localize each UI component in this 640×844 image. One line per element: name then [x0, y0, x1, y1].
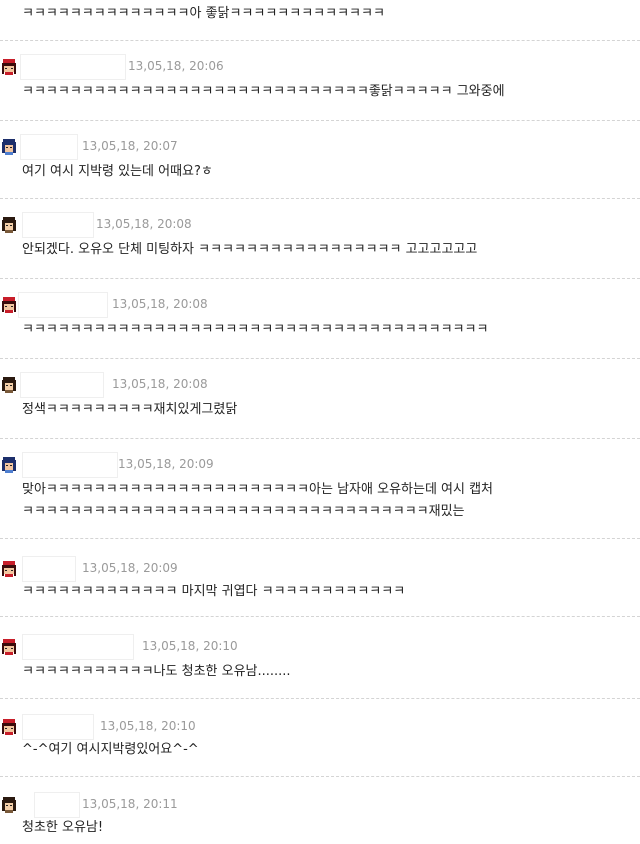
- girl-blue-icon[interactable]: [0, 456, 18, 474]
- username-redacted[interactable]: [22, 714, 94, 740]
- comment-text: ㅋㅋㅋㅋㅋㅋㅋㅋㅋㅋㅋ나도 청초한 오유남........: [22, 664, 291, 679]
- divider: [0, 358, 640, 359]
- girl-dark-icon[interactable]: [0, 796, 18, 814]
- username-redacted[interactable]: [22, 634, 134, 660]
- divider: [0, 538, 640, 539]
- divider: [0, 616, 640, 617]
- comment-item: 13,05,18, 20:11 청초한 오유남!: [0, 792, 640, 835]
- divider: [0, 278, 640, 279]
- comment-text: 안되겠다. 오유오 단체 미팅하자 ㅋㅋㅋㅋㅋㅋㅋㅋㅋㅋㅋㅋㅋㅋㅋㅋㅋ 고고고고…: [22, 242, 478, 257]
- comment-date: 13,05,18, 20:08: [96, 217, 192, 231]
- comment-item: 13,05,18, 20:10 ^-^여기 여시지박령있어요^-^: [0, 714, 640, 757]
- girl-red-icon[interactable]: [0, 296, 18, 314]
- comment-text: ㅋㅋㅋㅋㅋㅋㅋㅋㅋㅋㅋㅋㅋㅋㅋㅋㅋㅋㅋㅋㅋㅋㅋㅋㅋㅋㅋㅋㅋ좋닭ㅋㅋㅋㅋㅋ 그와중…: [22, 84, 505, 99]
- girl-red-icon[interactable]: [0, 58, 18, 76]
- comment-date: 13,05,18, 20:09: [118, 457, 214, 471]
- girl-dark-icon[interactable]: [0, 216, 18, 234]
- username-redacted[interactable]: [22, 452, 118, 478]
- girl-red-icon[interactable]: [0, 718, 18, 736]
- comment-item: 13,05,18, 20:09 맞아ㅋㅋㅋㅋㅋㅋㅋㅋㅋㅋㅋㅋㅋㅋㅋㅋㅋㅋㅋㅋㅋㅋ…: [0, 452, 640, 519]
- comment-date: 13,05,18, 20:11: [82, 797, 178, 811]
- comment-date: 13,05,18, 20:07: [82, 139, 178, 153]
- comment-item: 13,05,18, 20:08 안되겠다. 오유오 단체 미팅하자 ㅋㅋㅋㅋㅋㅋ…: [0, 212, 640, 257]
- divider: [0, 776, 640, 777]
- username-redacted[interactable]: [18, 292, 108, 318]
- comment-item: 13,05,18, 20:09 ㅋㅋㅋㅋㅋㅋㅋㅋㅋㅋㅋㅋㅋ 마지막 귀엽다 ㅋㅋ…: [0, 556, 640, 599]
- girl-dark-icon[interactable]: [0, 376, 18, 394]
- comment-text: 청초한 오유남!: [22, 820, 104, 835]
- comment-item: 13,05,18, 20:07 여기 여시 지박령 있는데 어때요?ㅎ: [0, 134, 640, 179]
- divider: [0, 40, 640, 41]
- girl-red-icon[interactable]: [0, 638, 18, 656]
- comment-date: 13,05,18, 20:08: [112, 377, 208, 391]
- comment-date: 13,05,18, 20:09: [82, 561, 178, 575]
- comment-text: ㅋㅋㅋㅋㅋㅋㅋㅋㅋㅋㅋㅋㅋㅋㅋㅋㅋㅋㅋㅋㅋㅋㅋㅋㅋㅋㅋㅋㅋㅋㅋㅋㅋㅋㅋㅋㅋㅋㅋ: [22, 322, 489, 337]
- comment-date: 13,05,18, 20:06: [128, 59, 224, 73]
- comment-text: ㅋㅋㅋㅋㅋㅋㅋㅋㅋㅋㅋㅋㅋ 마지막 귀엽다 ㅋㅋㅋㅋㅋㅋㅋㅋㅋㅋㅋㅋ: [22, 584, 406, 599]
- comment-date: 13,05,18, 20:10: [142, 639, 238, 653]
- username-redacted[interactable]: [20, 372, 104, 398]
- comment-item: 13,05,18, 20:06 ㅋㅋㅋㅋㅋㅋㅋㅋㅋㅋㅋㅋㅋㅋㅋㅋㅋㅋㅋㅋㅋㅋㅋㅋ…: [0, 54, 640, 99]
- username-redacted[interactable]: [22, 556, 76, 582]
- divider: [0, 198, 640, 199]
- comment-item: 13,05,18, 20:08 정색ㅋㅋㅋㅋㅋㅋㅋㅋㅋ재치있게그렸닭: [0, 372, 640, 417]
- girl-blue-icon[interactable]: [0, 138, 18, 156]
- username-redacted[interactable]: [34, 792, 80, 818]
- comment-text: 여기 여시 지박령 있는데 어때요?ㅎ: [22, 164, 213, 179]
- comment-item: 13,05,18, 20:10 ㅋㅋㅋㅋㅋㅋㅋㅋㅋㅋㅋ나도 청초한 오유남...…: [0, 634, 640, 679]
- comment-item: 13,05,18, 20:08 ㅋㅋㅋㅋㅋㅋㅋㅋㅋㅋㅋㅋㅋㅋㅋㅋㅋㅋㅋㅋㅋㅋㅋㅋ…: [0, 292, 640, 337]
- previous-comment-text: ㅋㅋㅋㅋㅋㅋㅋㅋㅋㅋㅋㅋㅋㅋ아 좋닭ㅋㅋㅋㅋㅋㅋㅋㅋㅋㅋㅋㅋㅋ: [22, 6, 385, 21]
- comment-date: 13,05,18, 20:10: [100, 719, 196, 733]
- comment-thread: ㅋㅋㅋㅋㅋㅋㅋㅋㅋㅋㅋㅋㅋㅋ아 좋닭ㅋㅋㅋㅋㅋㅋㅋㅋㅋㅋㅋㅋㅋ 13,05,18…: [0, 0, 640, 844]
- username-redacted[interactable]: [22, 212, 94, 238]
- comment-text: 정색ㅋㅋㅋㅋㅋㅋㅋㅋㅋ재치있게그렸닭: [22, 402, 238, 417]
- username-redacted[interactable]: [20, 54, 126, 80]
- comment-date: 13,05,18, 20:08: [112, 297, 208, 311]
- divider: [0, 698, 640, 699]
- girl-red-icon[interactable]: [0, 560, 18, 578]
- comment-text: ㅋㅋㅋㅋㅋㅋㅋㅋㅋㅋㅋㅋㅋㅋㅋㅋㅋㅋㅋㅋㅋㅋㅋㅋㅋㅋㅋㅋㅋㅋㅋㅋㅋㅋ재밌는: [22, 504, 465, 519]
- divider: [0, 438, 640, 439]
- username-redacted[interactable]: [20, 134, 78, 160]
- divider: [0, 120, 640, 121]
- comment-text: ^-^여기 여시지박령있어요^-^: [22, 742, 199, 757]
- comment-text: 맞아ㅋㅋㅋㅋㅋㅋㅋㅋㅋㅋㅋㅋㅋㅋㅋㅋㅋㅋㅋㅋㅋㅋ아는 남자애 오유하는데 여시 …: [22, 482, 494, 497]
